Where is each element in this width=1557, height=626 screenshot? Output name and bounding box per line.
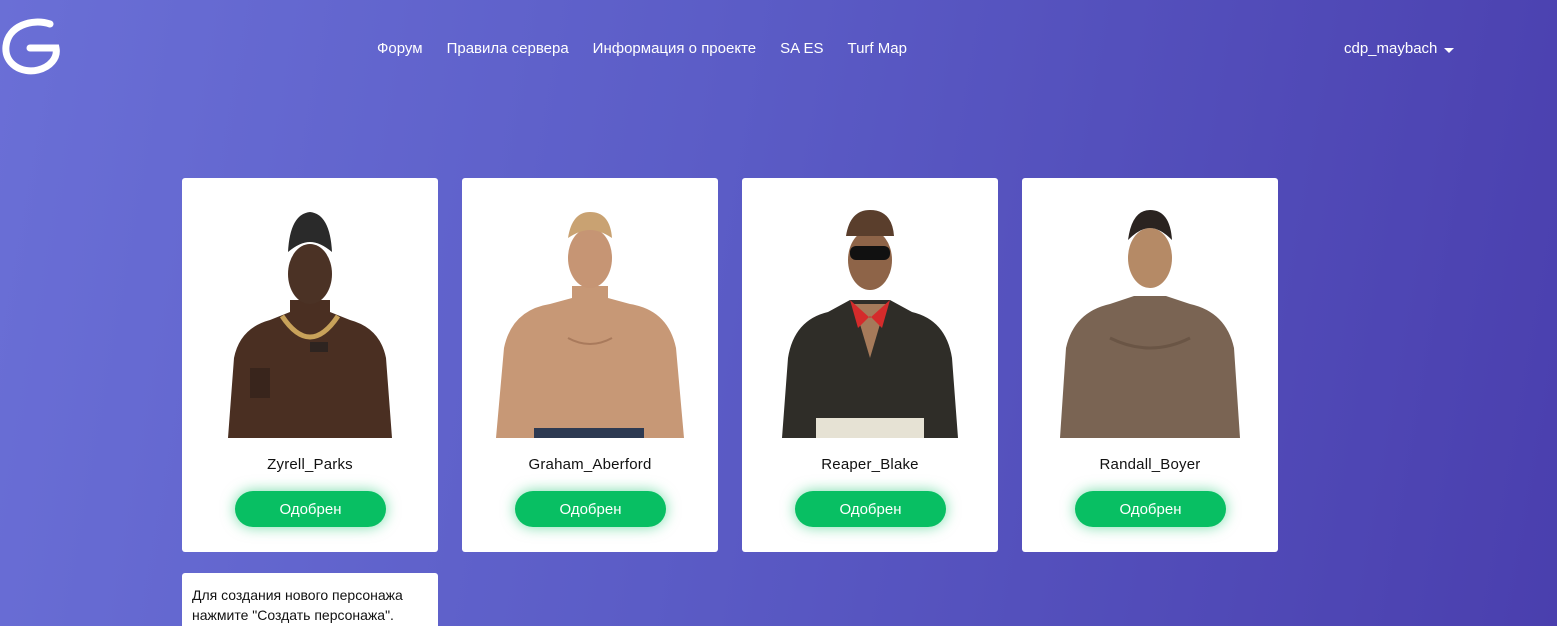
character-portrait bbox=[1060, 210, 1240, 438]
logo-icon[interactable] bbox=[2, 16, 62, 76]
nav-link-forum[interactable]: Форум bbox=[377, 40, 423, 57]
create-character-hint: Для создания нового персонажа нажмите "С… bbox=[182, 573, 438, 626]
nav-link-project-info[interactable]: Информация о проекте bbox=[593, 40, 756, 57]
nav-link-sa-es[interactable]: SA ES bbox=[780, 40, 823, 57]
status-button[interactable]: Одобрен bbox=[515, 491, 666, 527]
nav-link-turf-map[interactable]: Turf Map bbox=[847, 40, 906, 57]
character-name: Graham_Aberford bbox=[528, 456, 652, 473]
character-name: Zyrell_Parks bbox=[267, 456, 353, 473]
user-menu[interactable]: cdp_maybach bbox=[1344, 40, 1455, 57]
status-button[interactable]: Одобрен bbox=[1075, 491, 1226, 527]
character-card[interactable]: Reaper_Blake Одобрен bbox=[742, 178, 998, 552]
character-portrait bbox=[228, 212, 392, 438]
nav-link-server-rules[interactable]: Правила сервера bbox=[447, 40, 569, 57]
character-name: Randall_Boyer bbox=[1099, 456, 1201, 473]
character-portrait bbox=[496, 212, 684, 438]
character-card[interactable]: Graham_Aberford Одобрен bbox=[462, 178, 718, 552]
username: cdp_maybach bbox=[1344, 40, 1438, 57]
character-list: Zyrell_Parks Одобрен Graham_Aberford Одо… bbox=[182, 178, 1278, 552]
character-card[interactable]: Zyrell_Parks Одобрен bbox=[182, 178, 438, 552]
caret-down-icon bbox=[1444, 48, 1455, 53]
main-nav: Форум Правила сервера Информация о проек… bbox=[377, 40, 907, 57]
status-button[interactable]: Одобрен bbox=[795, 491, 946, 527]
character-card[interactable]: Randall_Boyer Одобрен bbox=[1022, 178, 1278, 552]
character-name: Reaper_Blake bbox=[821, 456, 919, 473]
character-portrait bbox=[782, 210, 958, 438]
status-button[interactable]: Одобрен bbox=[235, 491, 386, 527]
